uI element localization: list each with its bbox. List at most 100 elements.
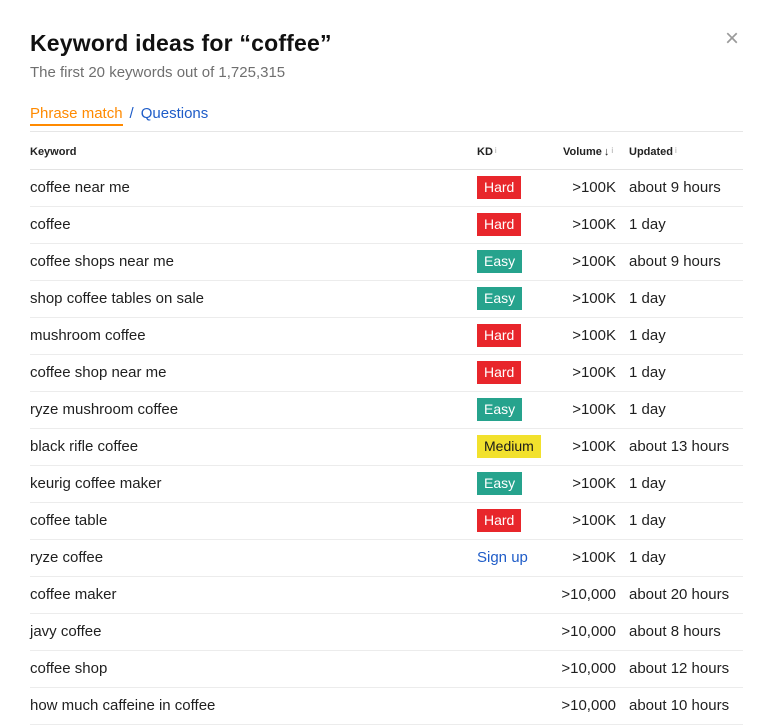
kd-cell: Hard (477, 213, 521, 236)
table-row[interactable]: ryze mushroom coffee Easy >100K 1 day (30, 392, 743, 429)
kd-badge: Medium (477, 435, 541, 458)
table-row[interactable]: black rifle coffeeMedium>100Kabout 13 ho… (30, 429, 743, 466)
keyword-cell: coffee (30, 216, 71, 233)
updated-cell: about 9 hours (629, 253, 721, 270)
kd-badge: Hard (477, 509, 521, 532)
kd-badge: Easy (477, 287, 522, 310)
kd-cell: Hard (477, 509, 521, 532)
modal-title: Keyword ideas for “coffee” (30, 30, 332, 57)
table-body: coffee near meHard>100Kabout 9 hourscoff… (30, 170, 743, 725)
keyword-cell: black rifle coffee (30, 438, 138, 455)
keyword-cell: coffee maker (30, 586, 116, 603)
kd-cell: Hard (477, 361, 521, 384)
kd-cell: Easy (477, 250, 522, 273)
updated-cell: about 8 hours (629, 623, 721, 640)
table-row[interactable]: javy coffee >10,000 about 8 hours (30, 614, 743, 651)
kd-badge: Easy (477, 398, 522, 421)
tab-questions[interactable]: Questions (141, 105, 209, 126)
table-row[interactable]: ryze coffeeSign up>100K1 day (30, 540, 743, 577)
keyword-ideas-modal: Keyword ideas for “coffee” The first 20 … (0, 0, 768, 721)
close-icon[interactable]: × (721, 28, 743, 50)
keyword-cell: coffee shop (30, 660, 107, 677)
kd-cell: Easy (477, 287, 522, 310)
kd-cell: Easy (477, 472, 522, 495)
kd-badge: Hard (477, 176, 521, 199)
table-row[interactable]: coffee near me Hard >100K about 9 hours (30, 170, 743, 207)
volume-cell: >100K (572, 401, 616, 418)
tabs-divider (30, 131, 743, 132)
sort-descending-icon: ↓ (604, 146, 610, 158)
volume-cell: >100K (572, 253, 616, 270)
keyword-cell: mushroom coffee (30, 327, 146, 344)
volume-cell: >10,000 (561, 660, 616, 677)
volume-cell: >10,000 (561, 623, 616, 640)
kd-badge: Hard (477, 361, 521, 384)
column-header-kd-label: KD (477, 146, 493, 158)
kd-badge: Hard (477, 324, 521, 347)
volume-cell: >100K (572, 179, 616, 196)
keyword-cell: javy coffee (30, 623, 101, 640)
match-tabs: Phrase match / Questions (30, 105, 208, 126)
volume-cell: >100K (572, 364, 616, 381)
keyword-cell: how much caffeine in coffee (30, 697, 215, 714)
updated-cell: about 10 hours (629, 697, 729, 714)
table-row[interactable]: coffee maker>10,000about 20 hours (30, 577, 743, 614)
volume-cell: >100K (572, 475, 616, 492)
updated-cell: 1 day (629, 290, 666, 307)
volume-cell: >100K (572, 512, 616, 529)
updated-cell: 1 day (629, 364, 666, 381)
column-header-updated: Updatedi (629, 146, 677, 158)
keyword-cell: coffee shops near me (30, 253, 174, 270)
updated-cell: 1 day (629, 401, 666, 418)
updated-cell: about 9 hours (629, 179, 721, 196)
keyword-cell: coffee table (30, 512, 107, 529)
keyword-cell: coffee shop near me (30, 364, 166, 381)
keyword-cell: shop coffee tables on sale (30, 290, 204, 307)
table-row[interactable]: coffee shop near me Hard >100K 1 day (30, 355, 743, 392)
kd-cell: Sign up (477, 546, 528, 566)
table-row[interactable]: shop coffee tables on sale Easy >100K 1 day (30, 281, 743, 318)
table-header: Keyword KDi Volume↓i Updatedi (30, 133, 743, 170)
sign-up-link[interactable]: Sign up (477, 546, 528, 566)
table-row[interactable]: coffee Hard >100K 1 day (30, 207, 743, 244)
tab-separator: / (130, 105, 134, 126)
table-row[interactable]: coffee shops near me Easy >100K about 9 hou… (30, 244, 743, 281)
column-header-volume[interactable]: Volume↓i (563, 146, 613, 158)
updated-cell: about 12 hours (629, 660, 729, 677)
table-row[interactable]: keurig coffee maker Easy >100K 1 day (30, 466, 743, 503)
volume-cell: >100K (572, 438, 616, 455)
info-icon[interactable]: i (675, 146, 677, 155)
table-row[interactable]: coffee table Hard >100K 1 day (30, 503, 743, 540)
keywords-table: Keyword KDi Volume↓i Updatedi coffee nea… (30, 133, 743, 725)
keyword-cell: ryze coffee (30, 549, 103, 566)
updated-cell: about 20 hours (629, 586, 729, 603)
modal-subtitle: The first 20 keywords out of 1,725,315 (30, 64, 285, 81)
table-row[interactable]: mushroom coffee Hard >100K 1 day (30, 318, 743, 355)
updated-cell: 1 day (629, 327, 666, 344)
kd-cell: Easy (477, 398, 522, 421)
info-icon[interactable]: i (611, 146, 613, 155)
table-row[interactable]: how much caffeine in coffee >10,000 about … (30, 688, 743, 725)
volume-cell: >100K (572, 327, 616, 344)
keyword-cell: coffee near me (30, 179, 130, 196)
updated-cell: 1 day (629, 216, 666, 233)
kd-cell: Hard (477, 176, 521, 199)
volume-cell: >10,000 (561, 697, 616, 714)
volume-cell: >100K (572, 290, 616, 307)
volume-cell: >100K (572, 216, 616, 233)
column-header-keyword: Keyword (30, 146, 76, 158)
kd-cell: Hard (477, 324, 521, 347)
kd-badge: Easy (477, 250, 522, 273)
info-icon[interactable]: i (495, 146, 497, 155)
table-row[interactable]: coffee shop >10,000 about 12 hours (30, 651, 743, 688)
keyword-cell: ryze mushroom coffee (30, 401, 178, 418)
column-header-kd: KDi (477, 146, 497, 158)
kd-badge: Easy (477, 472, 522, 495)
kd-cell: Medium (477, 435, 541, 458)
updated-cell: 1 day (629, 475, 666, 492)
keyword-cell: keurig coffee maker (30, 475, 161, 492)
updated-cell: 1 day (629, 512, 666, 529)
column-header-updated-label: Updated (629, 146, 673, 158)
tab-phrase-match[interactable]: Phrase match (30, 105, 123, 126)
column-header-volume-label: Volume (563, 146, 602, 158)
